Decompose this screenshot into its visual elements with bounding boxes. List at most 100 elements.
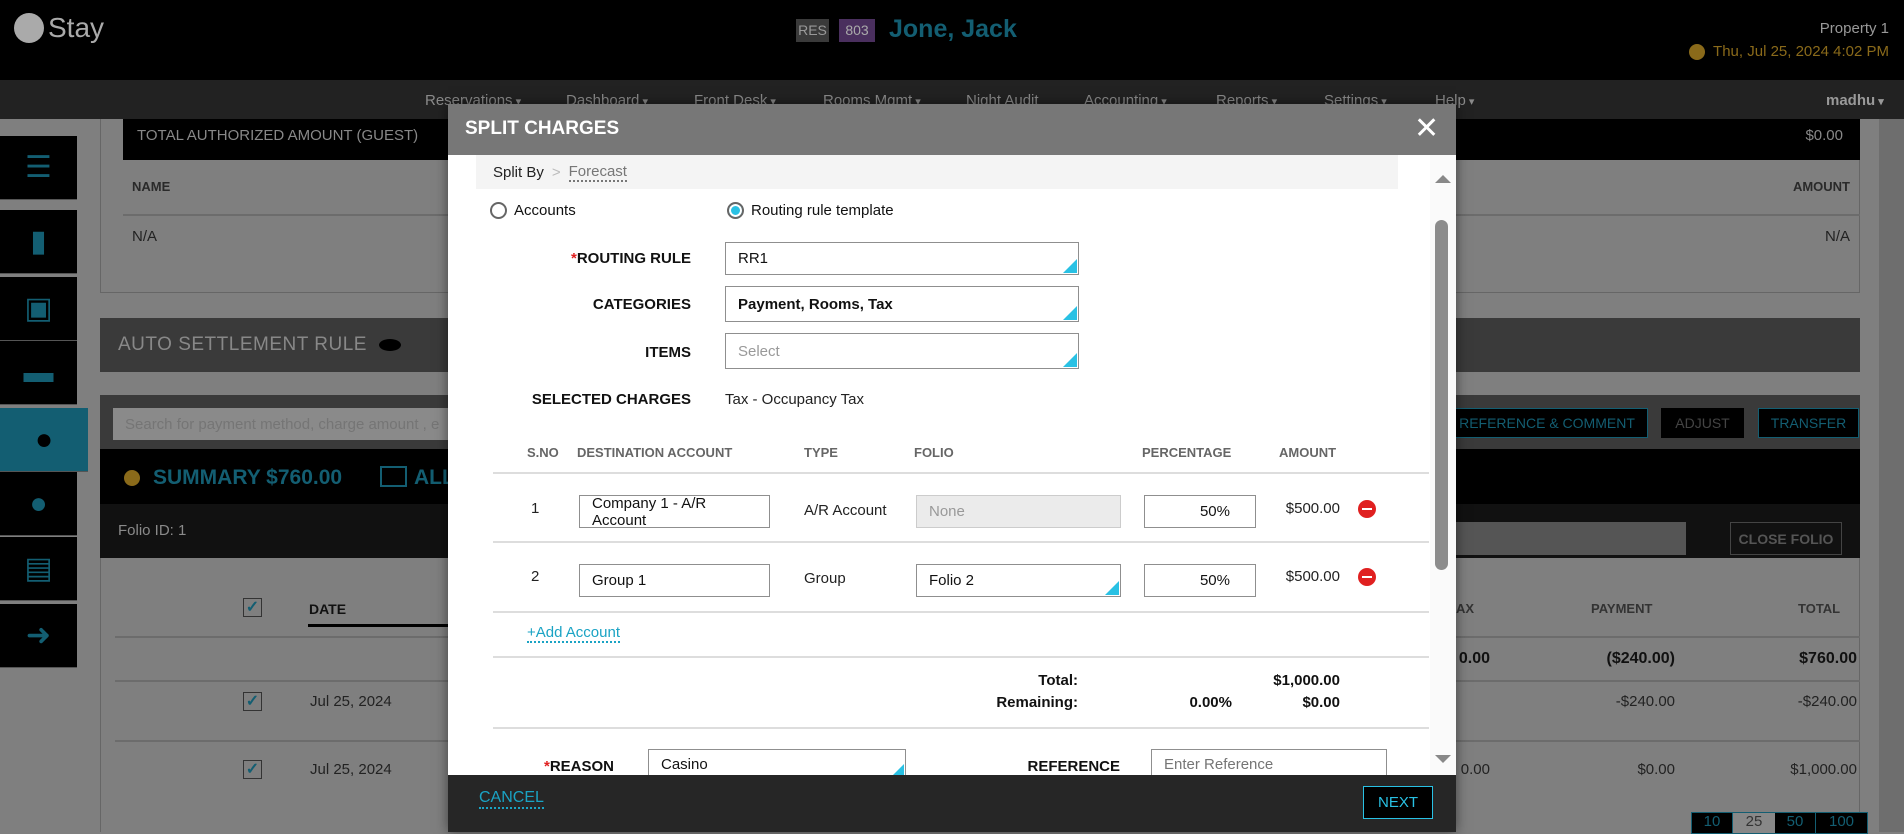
add-account-link[interactable]: +Add Account <box>527 624 620 643</box>
select-all-checkbox[interactable]: ✓ <box>243 598 262 617</box>
folio-select[interactable]: Folio 2 <box>916 564 1121 597</box>
reference-label: REFERENCE <box>1027 758 1120 775</box>
col-type: TYPE <box>804 445 838 460</box>
summary-tax: 0.00 <box>1458 650 1490 667</box>
split-charges-modal: SPLIT CHARGES ✕ Split By > Forecast Acco… <box>448 104 1456 832</box>
percentage-input[interactable]: 50% <box>1144 495 1256 528</box>
guest-name[interactable]: Jone, Jack <box>889 15 1017 44</box>
guest-icon[interactable]: ● <box>0 472 77 536</box>
property-name[interactable]: Property 1 <box>1820 20 1889 37</box>
summary-info-icon <box>124 470 140 486</box>
breadcrumb-separator: > <box>551 163 561 181</box>
percentage-input[interactable]: 50% <box>1144 564 1256 597</box>
col-destination-account: DESTINATION ACCOUNT <box>577 445 733 460</box>
chat-icon[interactable]: ▮ <box>0 210 77 274</box>
pagination: 10 25 50 100 <box>1691 812 1868 834</box>
cancel-button[interactable]: CANCEL <box>479 789 544 809</box>
documents-icon[interactable]: ▤ <box>0 537 77 601</box>
authorized-name: N/A <box>132 228 158 245</box>
row-checkbox[interactable]: ✓ <box>243 692 262 711</box>
total-amount: $1,000.00 <box>1273 672 1340 689</box>
divider <box>493 727 1429 729</box>
eye-icon[interactable] <box>378 339 401 351</box>
row-date: Jul 25, 2024 <box>310 693 392 710</box>
breadcrumb: Split By > Forecast <box>476 155 1398 189</box>
col-sno: S.NO <box>527 445 559 460</box>
folio-select-disabled: None <box>916 495 1121 528</box>
scroll-up-icon[interactable] <box>1435 175 1451 183</box>
summary-amount[interactable]: SUMMARY $760.00 <box>153 466 342 490</box>
divider <box>493 611 1429 613</box>
row-sno: 1 <box>531 500 540 517</box>
reference-comment-button[interactable]: REFERENCE & COMMENT <box>1446 408 1648 438</box>
divider <box>493 472 1429 474</box>
date-header[interactable]: DATE <box>309 601 346 617</box>
page-size-50[interactable]: 50 <box>1775 813 1816 833</box>
user-menu[interactable]: madhu <box>1826 92 1884 109</box>
bed-icon[interactable]: ▬ <box>0 341 77 405</box>
row-payment: -$240.00 <box>1615 693 1675 710</box>
remaining-amount: $0.00 <box>1302 694 1340 711</box>
room-rate-icon[interactable]: ▣ <box>0 277 77 341</box>
row-type: A/R Account <box>804 502 887 519</box>
breadcrumb-forecast[interactable]: Forecast <box>568 163 627 182</box>
reservation-badge: RES <box>796 19 829 42</box>
modal-scrollbar[interactable] <box>1430 155 1456 775</box>
reason-label: *REASON <box>543 758 614 775</box>
items-label: ITEMS <box>645 344 691 361</box>
modal-footer <box>448 775 1456 832</box>
radio-checked-icon <box>727 202 744 219</box>
remove-row-icon[interactable] <box>1358 500 1376 518</box>
split-folio-icon[interactable] <box>380 466 407 487</box>
selected-charges-label: SELECTED CHARGES <box>531 391 691 408</box>
auto-settlement-title: AUTO SETTLEMENT RULE <box>118 334 367 355</box>
total-header[interactable]: TOTAL <box>1798 601 1840 616</box>
sort-underline <box>308 624 448 627</box>
col-percentage: PERCENTAGE <box>1142 445 1232 460</box>
tax-header[interactable]: AX <box>1456 601 1474 616</box>
checkout-icon[interactable]: ➜ <box>0 604 77 668</box>
destination-account-input[interactable]: Company 1 - A/R Account <box>579 495 770 529</box>
routing-rule-select[interactable]: RR1 <box>725 242 1079 275</box>
row-payment: $0.00 <box>1637 761 1675 778</box>
business-date: Thu, Jul 25, 2024 4:02 PM <box>1689 43 1889 60</box>
categories-select[interactable]: Payment, Rooms, Tax <box>725 286 1079 322</box>
radio-accounts[interactable]: Accounts <box>490 202 576 219</box>
items-select[interactable]: Select <box>725 333 1079 369</box>
selected-charges-value: Tax - Occupancy Tax <box>725 391 864 408</box>
col-amount: AMOUNT <box>1279 445 1337 460</box>
menu-icon[interactable]: ☰ <box>0 136 77 200</box>
radio-routing-template[interactable]: Routing rule template <box>727 202 894 219</box>
row-checkbox[interactable]: ✓ <box>243 760 262 779</box>
divider <box>493 541 1429 543</box>
total-label: Total: <box>1038 672 1078 689</box>
authorized-amount: $0.00 <box>1805 127 1843 144</box>
row-amount: $500.00 <box>1285 568 1340 585</box>
page-size-25[interactable]: 25 <box>1733 813 1775 833</box>
modal-title: SPLIT CHARGES <box>465 118 620 139</box>
close-icon[interactable]: ✕ <box>1414 112 1439 146</box>
logo[interactable]: Stay <box>14 12 104 44</box>
folio-select[interactable] <box>1440 522 1686 555</box>
row-type: Group <box>804 570 846 587</box>
room-badge: 803 <box>839 19 875 42</box>
row-total: -$240.00 <box>1797 693 1857 710</box>
col-folio: FOLIO <box>914 445 954 460</box>
transfer-button[interactable]: TRANSFER <box>1758 408 1859 438</box>
page-size-10[interactable]: 10 <box>1692 813 1733 833</box>
routing-rule-label: *ROUTING RULE <box>570 250 691 267</box>
page-scrollbar[interactable] <box>1879 119 1904 832</box>
divider <box>493 656 1429 658</box>
close-folio-button[interactable]: CLOSE FOLIO <box>1730 522 1842 555</box>
destination-account-input[interactable]: Group 1 <box>579 564 770 597</box>
page-size-100[interactable]: 100 <box>1816 813 1867 833</box>
payment-header[interactable]: PAYMENT <box>1591 601 1652 616</box>
remove-row-icon[interactable] <box>1358 568 1376 586</box>
breadcrumb-split-by[interactable]: Split By <box>493 164 544 181</box>
scroll-down-icon[interactable] <box>1435 755 1451 763</box>
billing-icon[interactable]: ● <box>0 408 88 472</box>
scroll-thumb[interactable] <box>1435 220 1448 570</box>
next-button[interactable]: NEXT <box>1363 786 1433 819</box>
adjust-button[interactable]: ADJUST <box>1661 408 1744 438</box>
col-amount: AMOUNT <box>1792 179 1850 194</box>
